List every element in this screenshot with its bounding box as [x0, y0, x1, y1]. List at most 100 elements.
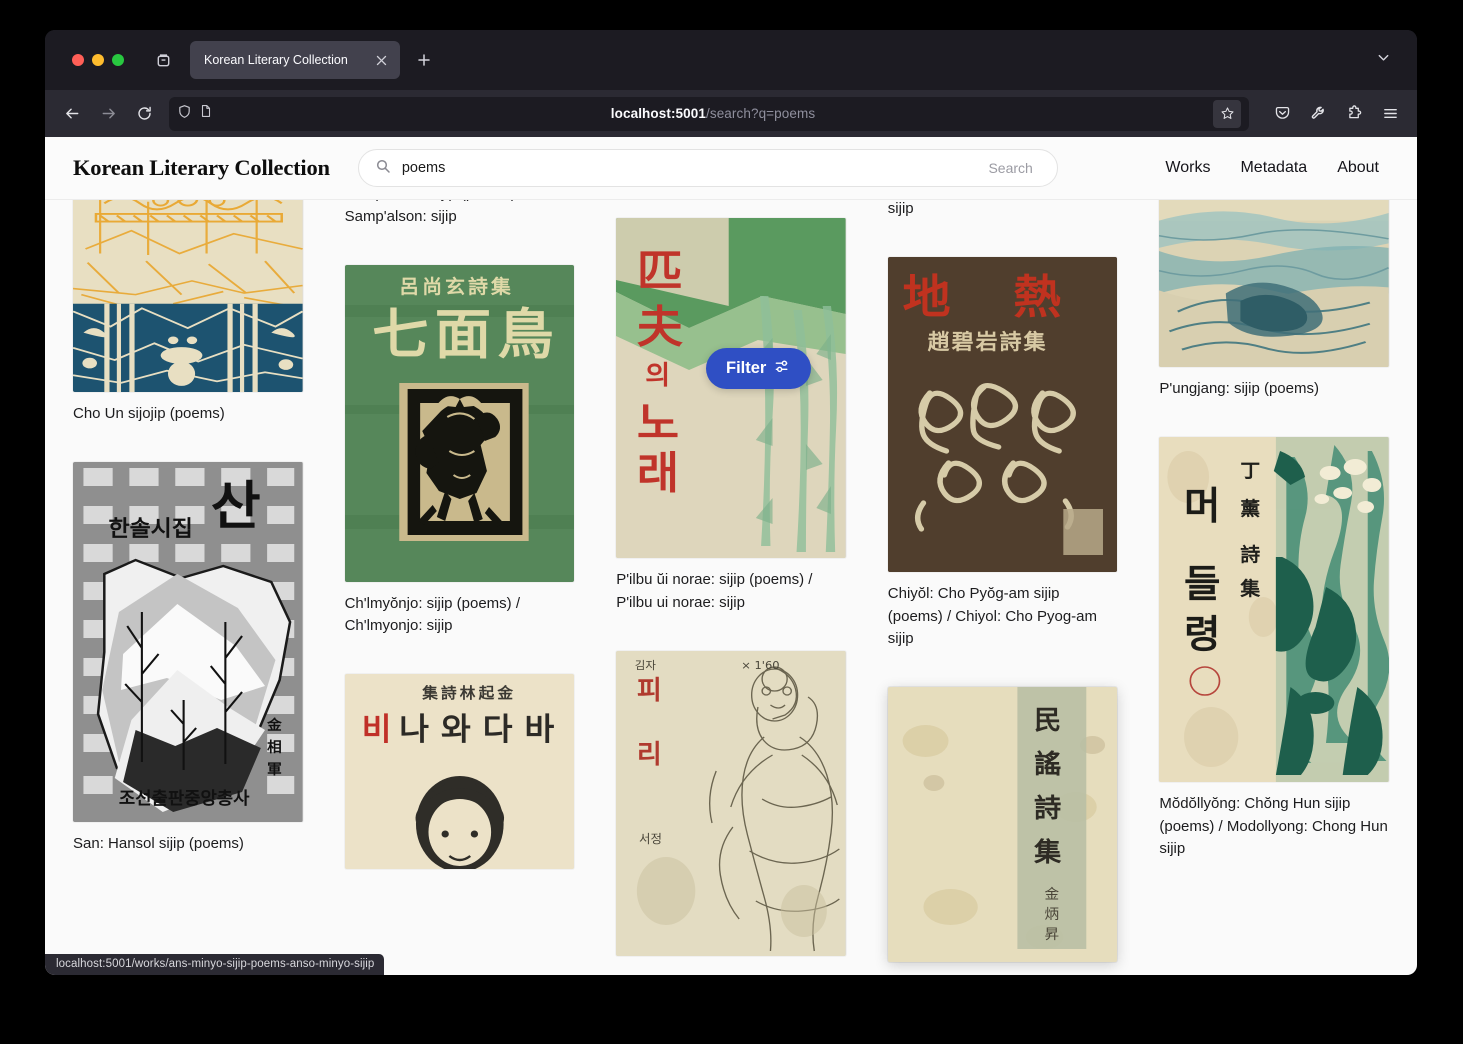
book-cover-image[interactable]: 地 熱 趙碧岩詩集 — [888, 257, 1118, 572]
url-bar[interactable]: localhost:5001/search?q=poems — [169, 97, 1249, 131]
svg-text:地: 地 — [902, 271, 950, 325]
svg-text:서정: 서정 — [639, 832, 662, 846]
browser-tab-strip: Korean Literary Collection — [45, 30, 1417, 90]
filter-button[interactable]: Filter — [706, 348, 811, 389]
svg-text:呂尚玄詩集: 呂尚玄詩集 — [399, 275, 514, 298]
nav-link-works[interactable]: Works — [1165, 159, 1210, 177]
svg-text:노: 노 — [637, 397, 679, 449]
book-cover-image[interactable]: 集詩林起金 비 나 와 다 바 — [345, 674, 575, 869]
reload-icon[interactable] — [127, 97, 161, 131]
shield-icon[interactable] — [177, 104, 192, 124]
svg-text:머: 머 — [1184, 485, 1220, 529]
results-column: 사십 이 고개 시집 Samp'alsŏn: sijip (poems) / S… — [345, 200, 575, 883]
book-cover-image[interactable]: 民 謠 詩 集 金炳昇 — [888, 687, 1118, 962]
result-card[interactable]: 한솔시집 산 조선출판중앙총사 金相軍 San: Hansol sijip (p… — [73, 462, 303, 878]
result-card[interactable]: 呂尚玄詩集 七面鳥 — [345, 265, 575, 661]
result-card[interactable]: 民 謠 詩 集 金炳昇 — [888, 687, 1118, 962]
result-caption: San: Hansol sijip (poems) — [73, 833, 303, 856]
svg-text:조선출판중앙총사: 조선출판중앙총사 — [119, 789, 249, 809]
forward-arrow-icon[interactable] — [91, 97, 125, 131]
svg-text:비: 비 — [361, 713, 391, 748]
url-path: /search?q=poems — [706, 106, 815, 121]
pocket-icon[interactable] — [1265, 97, 1299, 131]
result-card[interactable]: 匹 夫 의 노 래 P'ilbu ŭi norae: sijip (poems)… — [616, 218, 846, 637]
result-caption: sijip — [888, 200, 1118, 221]
svg-text:民: 民 — [1034, 706, 1061, 736]
book-cover-image[interactable]: 風 葬 — [1159, 200, 1389, 367]
svg-text:바: 바 — [524, 713, 554, 748]
results-grid: Cho Un sijojip (poems) — [73, 200, 1389, 975]
result-card[interactable]: 風 葬 — [1159, 200, 1389, 423]
search-input[interactable] — [402, 160, 962, 176]
svg-text:丁: 丁 — [1241, 459, 1261, 482]
page-title: Korean Literary Collection — [73, 155, 330, 181]
close-icon[interactable] — [370, 49, 392, 71]
svg-text:詩: 詩 — [1241, 543, 1261, 566]
result-caption: P'ilbu ŭi norae: sijip (poems) / P'ilbu … — [616, 569, 846, 615]
svg-text:× 1'60: × 1'60 — [741, 659, 779, 672]
browser-nav-bar: localhost:5001/search?q=poems — [45, 90, 1417, 137]
svg-text:薰: 薰 — [1241, 497, 1261, 520]
svg-text:피: 피 — [637, 675, 662, 705]
hamburger-menu-icon[interactable] — [1373, 97, 1407, 131]
back-arrow-icon[interactable] — [55, 97, 89, 131]
nav-link-about[interactable]: About — [1337, 159, 1379, 177]
filter-label: Filter — [726, 359, 766, 378]
browser-tab[interactable]: Korean Literary Collection — [190, 41, 400, 79]
svg-text:와: 와 — [441, 713, 471, 748]
url-text: localhost:5001/search?q=poems — [220, 106, 1206, 121]
result-card[interactable]: 丁 薰 詩 集 머 들 령 — [1159, 437, 1389, 883]
result-card[interactable]: 사십 이 고개 시집 Samp'alsŏn: sijip (poems) / S… — [345, 200, 575, 251]
search-button[interactable]: Search — [972, 160, 1048, 176]
new-tab-button[interactable] — [408, 44, 440, 76]
svg-text:한솔시집: 한솔시집 — [108, 516, 192, 541]
svg-text:의: 의 — [645, 361, 670, 391]
main-navigation: Works Metadata About — [1165, 159, 1389, 177]
book-cover-image[interactable]: 呂尚玄詩集 七面鳥 — [345, 265, 575, 582]
close-window-button[interactable] — [72, 54, 84, 66]
maximize-window-button[interactable] — [112, 54, 124, 66]
search-icon — [375, 158, 391, 179]
svg-text:集: 集 — [1240, 577, 1261, 600]
book-cover-image[interactable]: 한솔시집 산 조선출판중앙총사 金相軍 — [73, 462, 303, 822]
url-host: localhost:5001 — [611, 106, 706, 121]
sliders-icon — [774, 358, 791, 380]
search-results: Cho Un sijojip (poems) — [45, 200, 1417, 975]
search-box[interactable]: Search — [358, 149, 1058, 187]
svg-text:熱: 熱 — [1013, 271, 1061, 325]
result-card[interactable]: Cho Un sijojip (poems) — [73, 200, 303, 448]
result-caption: Samp'alsŏn: sijip (poems) / Samp'alson: … — [345, 200, 575, 229]
result-card[interactable]: 피 리 김자 × 1'60 서정 — [616, 651, 846, 956]
wrench-icon[interactable] — [1301, 97, 1335, 131]
list-all-tabs-chevron-down-icon[interactable] — [1376, 50, 1391, 70]
svg-text:령: 령 — [1184, 613, 1220, 657]
result-caption: Mŏdŏllyŏng: Chŏng Hun sijip (poems) / Mo… — [1159, 793, 1389, 861]
book-cover-image[interactable]: 丁 薰 詩 集 머 들 령 — [1159, 437, 1389, 782]
result-caption: Ch'lmyŏnjo: sijip (poems) / Ch'lmyonjo: … — [345, 593, 575, 639]
result-caption: Cho Un sijojip (poems) — [73, 403, 303, 426]
svg-text:다: 다 — [482, 713, 512, 748]
result-card[interactable]: 地 熱 趙碧岩詩集 — [888, 257, 1118, 673]
book-cover-image[interactable]: 피 리 김자 × 1'60 서정 — [616, 651, 846, 956]
svg-text:軍: 軍 — [267, 761, 282, 778]
nav-link-metadata[interactable]: Metadata — [1240, 159, 1307, 177]
svg-text:相: 相 — [267, 738, 282, 756]
extension-puzzle-icon[interactable] — [1337, 97, 1371, 131]
svg-text:夫: 夫 — [637, 301, 683, 353]
svg-text:七面鳥: 七面鳥 — [372, 304, 560, 367]
minimize-window-button[interactable] — [92, 54, 104, 66]
browser-toolbar-actions — [1257, 97, 1407, 131]
results-column: 風 葬 — [1159, 200, 1389, 897]
book-cover-image[interactable] — [73, 200, 303, 392]
svg-text:산: 산 — [211, 476, 261, 537]
star-icon[interactable] — [1213, 100, 1241, 128]
svg-text:金: 金 — [1044, 886, 1059, 903]
result-card[interactable]: 集詩林起金 비 나 와 다 바 — [345, 674, 575, 869]
firefox-view-icon[interactable] — [146, 43, 180, 77]
result-card[interactable]: sijip — [888, 200, 1118, 243]
svg-text:김자: 김자 — [635, 659, 657, 672]
page-icon[interactable] — [199, 104, 213, 123]
svg-text:昇: 昇 — [1044, 927, 1059, 943]
result-caption: P'ungjang: sijip (poems) — [1159, 378, 1389, 401]
svg-text:詩: 詩 — [1034, 794, 1062, 824]
